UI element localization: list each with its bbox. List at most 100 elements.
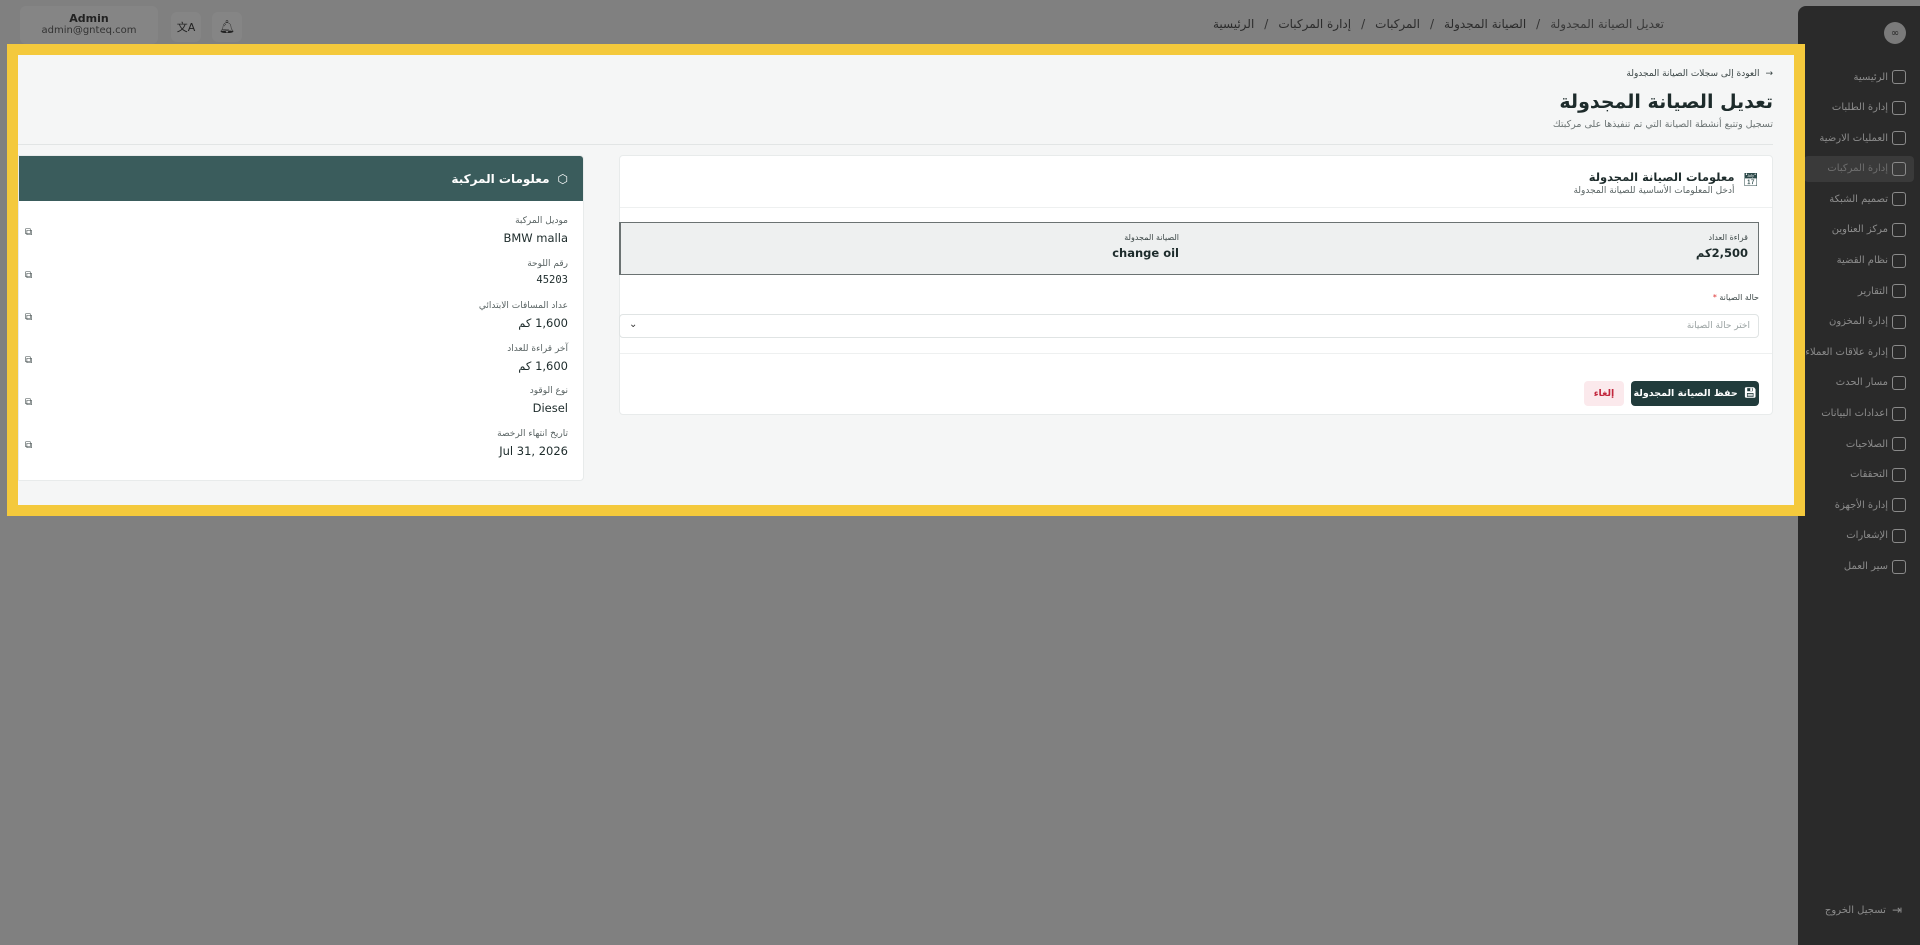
sidebar-item-addresses[interactable]: مركز العناوين xyxy=(1804,217,1914,243)
field-value: Jul 31, 2026 xyxy=(499,443,568,458)
sidebar-item-label: مسار الحدث xyxy=(1835,377,1888,389)
ground-ops-icon xyxy=(1892,131,1906,146)
page-subtitle: تسجيل وتتبع أنشطة الصيانة التي تم تنفيذه… xyxy=(1552,119,1773,130)
sidebar-item-validations[interactable]: التحققات xyxy=(1804,462,1914,488)
bell-icon: 🔔︎ xyxy=(218,19,236,35)
copy-icon[interactable]: ⧉ xyxy=(25,312,32,323)
divider xyxy=(18,144,1773,145)
user-name: Admin xyxy=(69,12,109,25)
status-placeholder: اختر حالة الصيانة xyxy=(1686,321,1750,331)
breadcrumb-vehicles[interactable]: المركبات xyxy=(1375,17,1420,31)
scheduled-maintenance-field: الصيانة المجدولة change oil xyxy=(620,223,1189,274)
sidebar-item-reports[interactable]: التقارير xyxy=(1804,278,1914,304)
copy-icon[interactable]: ⧉ xyxy=(25,397,32,408)
save-button[interactable]: 💾︎ حفظ الصيانة المجدولة xyxy=(1631,381,1759,406)
breadcrumb-vehicle-management[interactable]: إدارة المركبات xyxy=(1278,17,1351,31)
breadcrumb-scheduled-maintenance[interactable]: الصيانة المجدولة xyxy=(1444,17,1526,31)
user-menu[interactable]: Admin admin@gnteq.com xyxy=(20,6,158,44)
sidebar-item-inventory[interactable]: إدارة المخزون xyxy=(1804,309,1914,335)
sidebar-item-event-path[interactable]: مسار الحدث xyxy=(1804,370,1914,396)
orders-icon xyxy=(1892,100,1906,115)
breadcrumb: الرئيسية / إدارة المركبات / المركبات / ا… xyxy=(1213,17,1664,31)
vehicle-field-last-odometer: آخر قراءة للعداد 1,600 كم ⧉ xyxy=(19,344,583,387)
tools-icon xyxy=(1892,467,1906,482)
logout-icon: ⇥ xyxy=(1891,903,1902,917)
sidebar-item-notifications[interactable]: الإشعارات xyxy=(1804,523,1914,549)
field-label: عداد المسافات الابتدائي xyxy=(478,301,568,312)
sidebar-item-label: سير العمل xyxy=(1843,561,1888,572)
crm-icon xyxy=(1892,345,1906,360)
chevron-down-icon: ⌄ xyxy=(629,319,638,330)
breadcrumb-home[interactable]: الرئيسية xyxy=(1213,17,1254,31)
vehicle-field-plate: رقم اللوحة 45203 ⧉ xyxy=(19,259,583,302)
copy-icon[interactable]: ⧉ xyxy=(25,270,32,281)
maintenance-summary: قراءة العداد 2,500كم الصيانة المجدولة ch… xyxy=(619,222,1759,275)
sidebar-item-ground-ops[interactable]: العمليات الارضية xyxy=(1804,125,1914,151)
sidebar-item-label: التقارير xyxy=(1857,285,1888,297)
divider xyxy=(620,353,1772,354)
arrow-right-icon: → xyxy=(1765,69,1773,79)
bell-icon xyxy=(1892,528,1906,543)
notification-button[interactable]: 🔔︎ xyxy=(212,12,242,42)
vehicle-info-title: معلومات المركبة xyxy=(451,171,550,186)
sidebar-item-vehicles[interactable]: إدارة المركبات xyxy=(1804,155,1914,182)
cube-icon: ⬡ xyxy=(557,171,568,186)
form-card-subtitle: أدخل المعلومات الأساسية للصيانة المجدولة xyxy=(1573,186,1735,196)
sidebar-item-label: التحققات xyxy=(1850,469,1888,481)
inventory-icon xyxy=(1892,314,1906,329)
vehicle-field-fuel-type: نوع الوقود Diesel ⧉ xyxy=(19,386,583,429)
field-label: نوع الوقود xyxy=(529,386,568,397)
sidebar-item-home[interactable]: الرئيسية xyxy=(1804,64,1914,90)
vehicle-field-license-expiry: تاريخ انتهاء الرخصة Jul 31, 2026 ⧉ xyxy=(19,429,583,472)
page-title: تعديل الصيانة المجدولة xyxy=(1559,91,1773,113)
logo[interactable]: ∞ xyxy=(1884,22,1906,44)
network-icon xyxy=(1892,192,1906,207)
odometer-field: قراءة العداد 2,500كم xyxy=(1189,223,1758,274)
main-content: → العودة إلى سجلات الصيانة المجدولة تعدي… xyxy=(7,44,1805,516)
case-icon xyxy=(1892,253,1906,268)
devices-icon xyxy=(1892,498,1906,513)
maintenance-form-card: 📅︎ معلومات الصيانة المجدولة أدخل المعلوم… xyxy=(619,155,1773,415)
odometer-value: 2,500كم xyxy=(1695,246,1748,260)
cancel-button-label: إلغاء xyxy=(1593,388,1615,399)
sidebar-item-workflow[interactable]: سير العمل xyxy=(1804,554,1914,580)
logo-icon: ∞ xyxy=(1890,27,1900,39)
sidebar-item-network[interactable]: تصميم الشبكة xyxy=(1804,186,1914,212)
copy-icon[interactable]: ⧉ xyxy=(25,355,32,366)
language-button[interactable]: 文A xyxy=(171,12,201,42)
maintenance-status-select[interactable]: اختر حالة الصيانة ⌄ xyxy=(619,314,1759,338)
back-link[interactable]: → العودة إلى سجلات الصيانة المجدولة xyxy=(1553,69,1773,79)
cancel-button[interactable]: إلغاء xyxy=(1584,381,1624,406)
status-label-wrap: حالة الصيانة * xyxy=(1713,293,1759,302)
scheduled-maintenance-label: الصيانة المجدولة xyxy=(1124,233,1179,242)
sidebar-item-label: الصلاحيات xyxy=(1845,438,1888,450)
copy-icon[interactable]: ⧉ xyxy=(25,440,32,451)
sidebar-item-label: إدارة علاقات العملاء xyxy=(1805,346,1888,358)
sidebar-item-data-settings[interactable]: اعدادات البيانات xyxy=(1804,401,1914,427)
field-label: رقم اللوحة xyxy=(527,258,568,269)
reports-icon xyxy=(1892,284,1906,299)
field-label: موديل المركبة xyxy=(515,216,568,226)
sidebar-item-label: إدارة المركبات xyxy=(1827,163,1888,175)
copy-icon[interactable]: ⧉ xyxy=(25,227,32,238)
scheduled-maintenance-value: change oil xyxy=(1112,246,1179,260)
sidebar-item-cases[interactable]: نظام القضية xyxy=(1804,248,1914,274)
sidebar-item-permissions[interactable]: الصلاحيات xyxy=(1804,431,1914,457)
vehicle-info-card: ⬡ معلومات المركبة موديل المركبة BMW mall… xyxy=(18,155,584,481)
sidebar-item-devices[interactable]: إدارة الأجهزة xyxy=(1804,492,1914,518)
required-marker: * xyxy=(1712,293,1717,302)
sidebar-nav: الرئيسية إدارة الطلبات العمليات الارضية … xyxy=(1804,64,1914,584)
breadcrumb-separator: / xyxy=(1361,17,1366,31)
field-value: BMW malla xyxy=(503,231,568,245)
sidebar-item-label: نظام القضية xyxy=(1836,255,1888,267)
field-label: تاريخ انتهاء الرخصة xyxy=(497,428,568,439)
sidebar-item-label: إدارة المخزون xyxy=(1828,316,1888,328)
sidebar-item-orders[interactable]: إدارة الطلبات xyxy=(1804,95,1914,121)
logout-button[interactable]: ⇥ تسجيل الخروج xyxy=(1825,903,1902,917)
sidebar-item-crm[interactable]: إدارة علاقات العملاء xyxy=(1804,339,1914,365)
odometer-label: قراءة العداد xyxy=(1708,233,1748,242)
breadcrumb-separator: / xyxy=(1264,17,1269,31)
back-link-label: العودة إلى سجلات الصيانة المجدولة xyxy=(1626,69,1760,79)
breadcrumb-separator: / xyxy=(1429,17,1435,31)
logout-label: تسجيل الخروج xyxy=(1824,904,1886,916)
